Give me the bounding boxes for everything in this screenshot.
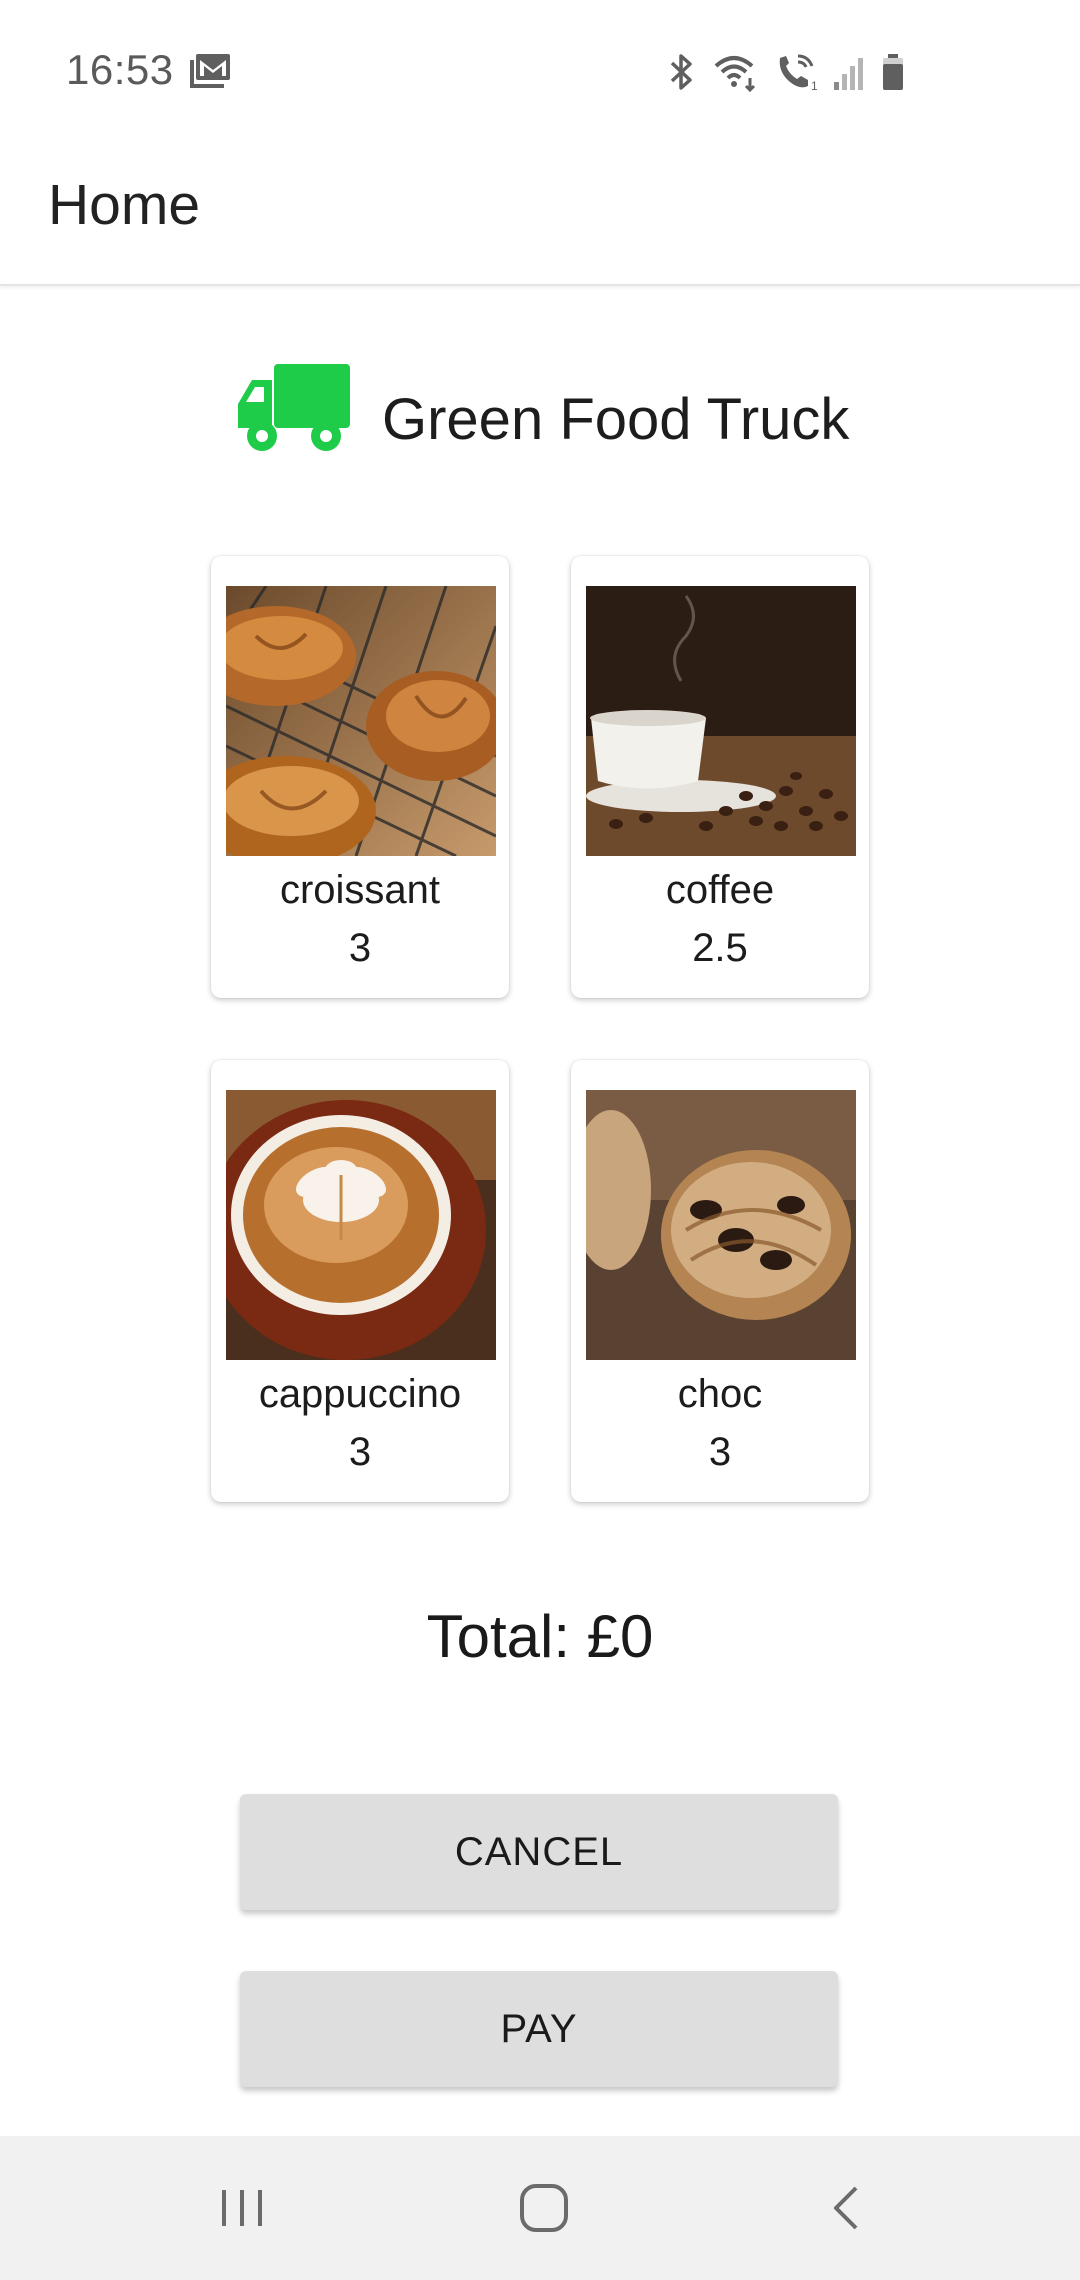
order-total: Total: £0 bbox=[426, 1603, 654, 1670]
item-name: coffee bbox=[665, 868, 775, 912]
app-bar: Home bbox=[0, 140, 1080, 286]
item-price: 3 bbox=[708, 1430, 732, 1474]
recent-apps-icon[interactable] bbox=[214, 2180, 270, 2236]
item-name: cappuccino bbox=[258, 1372, 462, 1416]
battery-icon bbox=[883, 54, 903, 90]
status-bar: 16:53 1 bbox=[0, 0, 1080, 140]
menu-item-croissant[interactable]: croissant 3 bbox=[211, 556, 509, 998]
status-icons: 1 bbox=[664, 50, 906, 94]
cancel-button[interactable]: CANCEL bbox=[240, 1794, 838, 1910]
system-nav-bar bbox=[0, 2136, 1080, 2280]
truck-icon bbox=[238, 364, 350, 451]
item-name: croissant bbox=[279, 868, 441, 912]
item-price: 2.5 bbox=[692, 926, 748, 970]
status-time: 16:53 bbox=[66, 46, 174, 93]
brand-name: Green Food Truck bbox=[382, 387, 850, 452]
menu-item-choc[interactable]: choc 3 bbox=[571, 1060, 869, 1502]
bluetooth-icon bbox=[670, 54, 692, 90]
pay-button[interactable]: PAY bbox=[240, 1971, 838, 2087]
wifi-icon bbox=[714, 56, 756, 92]
wifi-calling-icon: 1 bbox=[779, 54, 818, 92]
brand-header: Green Food Truck bbox=[0, 356, 1080, 456]
croissant-image bbox=[226, 586, 496, 856]
item-price: 3 bbox=[348, 1430, 372, 1474]
pain-au-chocolat-image bbox=[586, 1090, 856, 1360]
svg-text:1: 1 bbox=[811, 79, 818, 92]
signal-icon bbox=[834, 58, 863, 90]
menu-item-cappuccino[interactable]: cappuccino 3 bbox=[211, 1060, 509, 1502]
page-title: Home bbox=[48, 173, 201, 237]
coffee-image bbox=[586, 586, 856, 856]
home-icon[interactable] bbox=[514, 2180, 574, 2236]
cappuccino-image bbox=[226, 1090, 496, 1360]
item-price: 3 bbox=[348, 926, 372, 970]
item-name: choc bbox=[677, 1372, 763, 1416]
menu-item-coffee[interactable]: coffee 2.5 bbox=[571, 556, 869, 998]
gmail-icon bbox=[190, 54, 230, 88]
back-icon[interactable] bbox=[820, 2180, 876, 2236]
